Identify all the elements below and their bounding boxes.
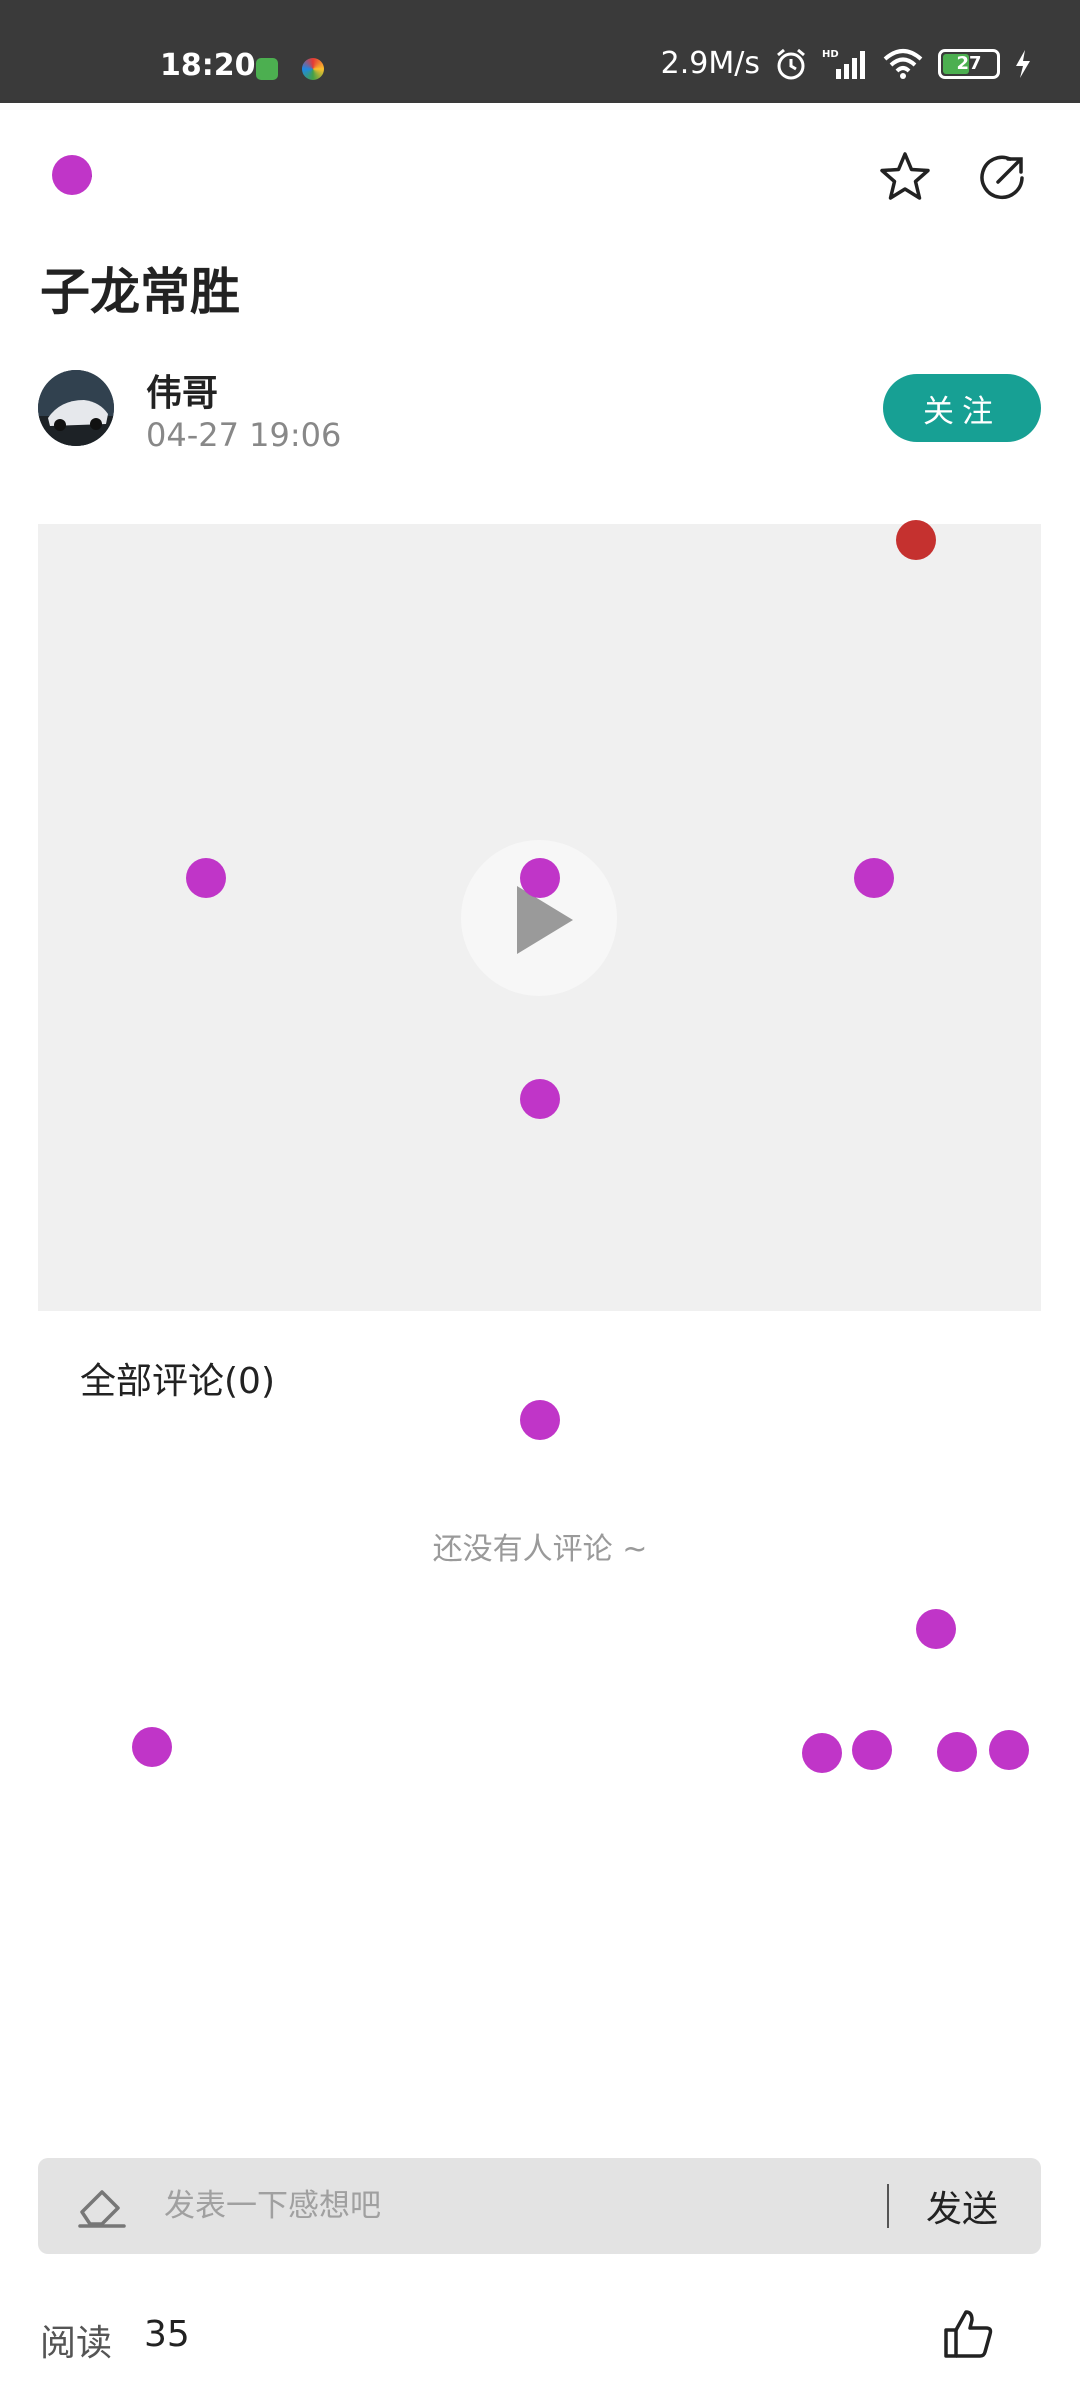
alarm-icon — [777, 48, 805, 79]
post-date: 04-27 19:06 — [146, 416, 342, 454]
marker-dot — [186, 858, 226, 898]
signal-icon: HD — [822, 49, 865, 79]
reads-label: 阅读 — [40, 2323, 113, 2364]
comment-bar: 发送 — [38, 2158, 1041, 2254]
marker-dot — [52, 155, 92, 195]
marker-dot — [852, 1730, 892, 1770]
marker-dot — [520, 1079, 560, 1119]
marker-dot — [916, 1609, 956, 1649]
avatar[interactable] — [38, 370, 114, 446]
marker-dot — [854, 858, 894, 898]
author-name[interactable]: 伟哥 — [146, 364, 218, 416]
battery-icon: 27 — [938, 48, 1000, 79]
status-bar: 18:20 2.9M/s HD 27 — [0, 0, 1080, 103]
notification-app-icon — [302, 58, 324, 80]
network-speed: 2.9M/s — [660, 46, 760, 81]
thumbs-up-icon[interactable] — [940, 2306, 996, 2362]
marker-dot — [520, 1400, 560, 1440]
reads-count: 35 — [144, 2314, 190, 2355]
edit-icon — [78, 2190, 126, 2228]
empty-comments-text: 还没有人评论 ~ — [432, 1532, 648, 1567]
svg-text:HD: HD — [822, 49, 839, 60]
divider — [887, 2184, 889, 2228]
post-title: 子龙常胜 — [40, 263, 240, 321]
share-icon[interactable] — [976, 150, 1032, 206]
comment-input[interactable] — [164, 2158, 894, 2254]
video-player[interactable] — [38, 524, 1041, 1311]
charging-icon — [1016, 49, 1030, 78]
marker-dot — [520, 858, 560, 898]
notification-app-icon — [256, 58, 278, 80]
wifi-icon — [883, 48, 923, 79]
marker-dot — [989, 1730, 1029, 1770]
comments-header: 全部评论(0) — [80, 1361, 275, 1402]
marker-dot — [937, 1732, 977, 1772]
star-icon[interactable] — [878, 150, 932, 204]
battery-level: 27 — [956, 53, 982, 74]
status-time: 18:20 — [160, 48, 256, 83]
status-icons: 2.9M/s HD 27 — [661, 46, 1032, 81]
follow-button[interactable]: 关注 — [883, 374, 1041, 442]
marker-dot — [132, 1727, 172, 1767]
marker-dot — [802, 1733, 842, 1773]
send-button[interactable]: 发送 — [926, 2180, 998, 2232]
marker-dot — [896, 520, 936, 560]
